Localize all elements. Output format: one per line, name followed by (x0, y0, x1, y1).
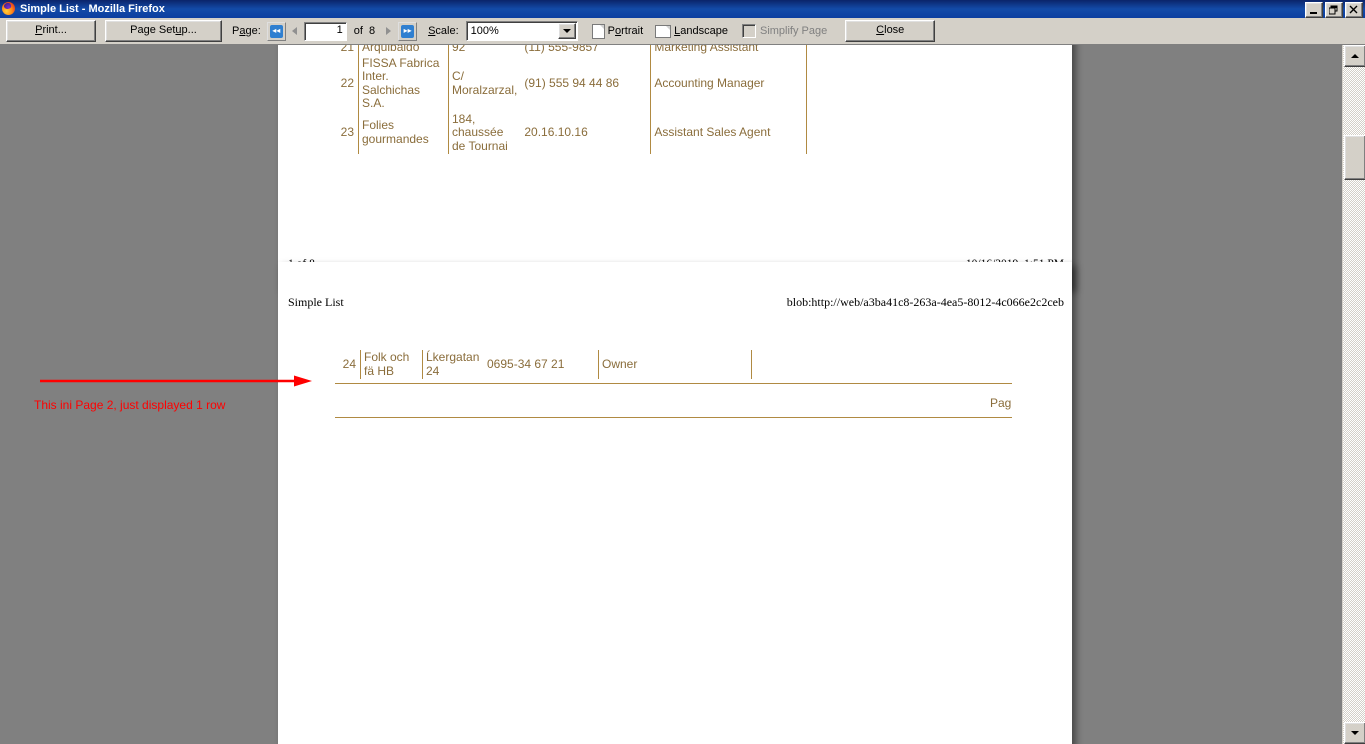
table-row: 21 Arquibaldo 92 (11) 555-9857 Marketing… (333, 45, 808, 56)
next-page-button[interactable] (381, 27, 396, 35)
title-cell: Marketing Assistant (650, 45, 807, 56)
title-cell: Owner (598, 350, 752, 379)
landscape-page-icon (655, 24, 672, 38)
page-number-input[interactable]: 1 (303, 21, 347, 41)
page2-header-left: Simple List (288, 295, 344, 309)
portrait-page-icon (591, 23, 605, 39)
row-number: 22 (340, 75, 354, 90)
page2-table: 24 Folk och fä HB Ĺkergatan 24 0695-34 6… (335, 350, 987, 379)
vertical-scrollbar[interactable] (1342, 45, 1365, 744)
annotation-arrow (40, 375, 312, 387)
print-button[interactable]: Print... (6, 20, 96, 42)
address-cell: 92 (448, 45, 522, 56)
scale-select[interactable]: 100% (465, 21, 578, 41)
row-number: 24 (342, 356, 356, 371)
restore-button[interactable] (1325, 2, 1343, 18)
window-title: Simple List - Mozilla Firefox (20, 3, 165, 15)
table-row: 24 Folk och fä HB Ĺkergatan 24 0695-34 6… (335, 350, 987, 379)
page2-footer-text: Pag (990, 396, 1012, 410)
phone-cell: (91) 555 94 44 86 (524, 75, 620, 90)
preview-canvas: 21 Arquibaldo 92 (11) 555-9857 Marketing… (0, 45, 1343, 744)
window-controls (1305, 2, 1363, 18)
first-page-button[interactable]: ◂◂ (266, 21, 286, 41)
chevron-down-icon[interactable] (557, 23, 576, 39)
phone-cell: 20.16.10.16 (524, 125, 588, 139)
caret-up-icon (1351, 54, 1359, 58)
previous-page-button[interactable] (288, 27, 301, 35)
landscape-label: Landscape (674, 25, 728, 37)
of-label: of (353, 25, 363, 37)
row-number: 21 (340, 45, 354, 54)
spacer-cell (806, 111, 808, 154)
scroll-down-button[interactable] (1344, 722, 1365, 744)
checkbox-icon (741, 24, 756, 38)
print-preview-window: Simple List - Mozilla Firefox Print... P… (0, 0, 1365, 744)
scale-label: Scale: (428, 25, 459, 37)
scroll-up-button[interactable] (1344, 45, 1365, 67)
double-left-arrow-icon: ◂◂ (269, 24, 283, 38)
address-cell: 184, chaussée de Tournai (448, 111, 522, 154)
page1-table: 21 Arquibaldo 92 (11) 555-9857 Marketing… (333, 45, 833, 154)
table-row: 22 FISSA Fabrica Inter. Salchichas S.A. … (333, 55, 808, 112)
title-cell: Assistant Sales Agent (650, 111, 807, 154)
page-setup-button[interactable]: Page Setup... (105, 20, 222, 42)
minimize-button[interactable] (1305, 2, 1323, 18)
preview-page-1: 21 Arquibaldo 92 (11) 555-9857 Marketing… (278, 45, 1072, 288)
page2-footer-clip: Pag (928, 396, 1012, 414)
footer-rule (335, 417, 1012, 418)
row-number: 23 (340, 125, 354, 139)
close-window-button[interactable] (1345, 2, 1363, 18)
scrollbar-thumb[interactable] (1344, 135, 1365, 180)
spacer-cell (806, 55, 808, 112)
portrait-option[interactable]: Portrait (591, 23, 644, 39)
table-bottom-rule (335, 383, 1012, 384)
simplify-page-label: Simplify Page (759, 25, 828, 37)
print-preview-toolbar: Print... Page Setup... Page: ◂◂ 1 of 8 ▸… (0, 18, 1365, 45)
annotation-text: This ini Page 2, just displayed 1 row (34, 398, 226, 412)
last-page-button[interactable]: ▸▸ (398, 21, 418, 41)
caret-down-icon (1351, 731, 1359, 735)
company-cell: Folk och fä HB (360, 350, 423, 379)
phone-cell: (11) 555-9857 (524, 45, 599, 54)
print-button-label: rint... (42, 24, 67, 36)
phone-cell: 0695-34 67 21 (487, 356, 565, 371)
company-cell: Arquibaldo (358, 45, 449, 56)
total-pages-label: 8 (368, 25, 376, 37)
portrait-label: Portrait (607, 25, 644, 37)
table-row: 23 Folies gourmandes 184, chaussée de To… (333, 111, 808, 154)
landscape-option[interactable]: Landscape (655, 24, 728, 38)
right-arrow-icon (386, 27, 392, 35)
window-title-bar: Simple List - Mozilla Firefox (0, 0, 1365, 18)
scale-value: 100% (470, 25, 499, 37)
firefox-logo-icon (2, 2, 16, 16)
title-cell: Accounting Manager (650, 55, 807, 112)
page2-header-right: blob:http://web/a3ba41c8-263a-4ea5-8012-… (786, 295, 1064, 309)
address-cell: Ĺkergatan 24 (422, 350, 484, 379)
left-arrow-icon (291, 27, 297, 35)
company-cell: FISSA Fabrica Inter. Salchichas S.A. (358, 55, 449, 112)
company-cell: Folies gourmandes (358, 111, 449, 154)
spacer-cell (751, 350, 987, 379)
address-cell: C/ Moralzarzal, (448, 55, 522, 112)
double-right-arrow-icon: ▸▸ (401, 24, 415, 38)
close-preview-button[interactable]: Close (845, 20, 936, 42)
preview-page-2: Simple List blob:http://web/a3ba41c8-263… (278, 262, 1072, 744)
page-label: Page: (232, 25, 261, 37)
spacer-cell (806, 45, 808, 56)
simplify-page-checkbox: Simplify Page (741, 24, 828, 38)
